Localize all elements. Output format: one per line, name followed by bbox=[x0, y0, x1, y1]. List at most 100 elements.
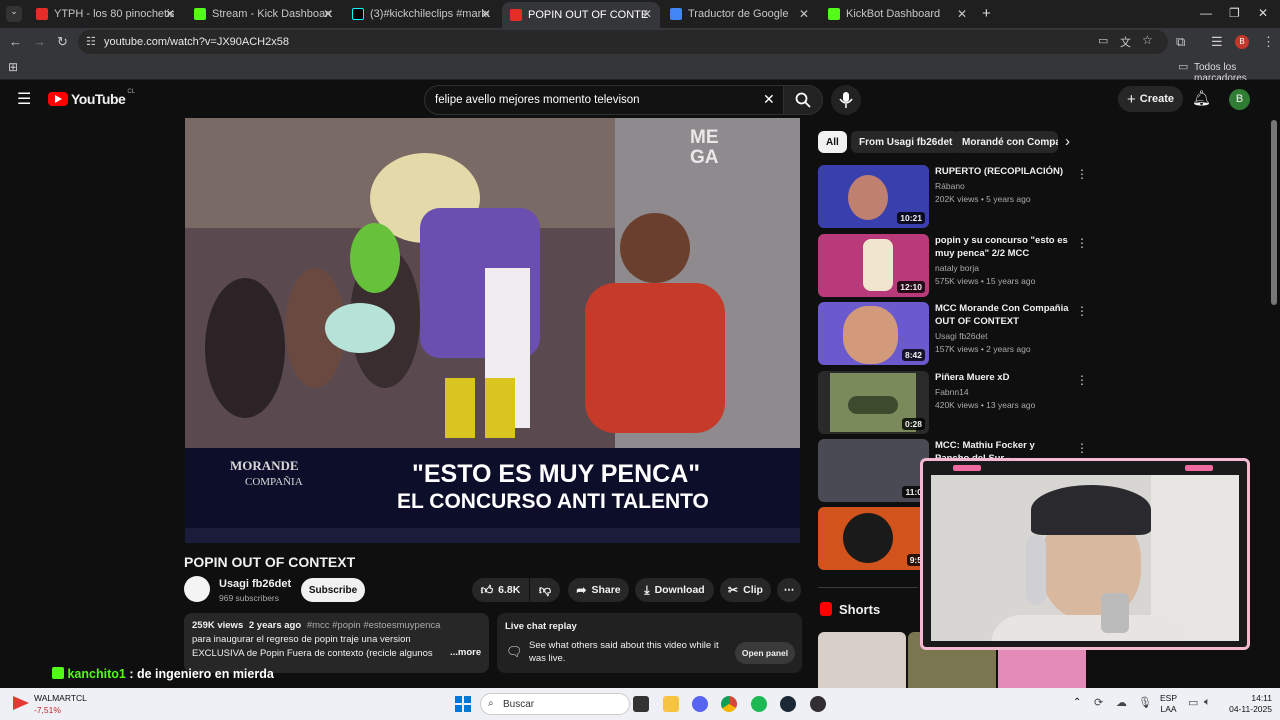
obs-icon[interactable] bbox=[810, 696, 826, 712]
account-avatar[interactable]: B bbox=[1229, 89, 1250, 110]
video-thumbnail[interactable]: 0:28 bbox=[818, 371, 929, 434]
task-view-icon[interactable] bbox=[633, 696, 649, 712]
share-button[interactable]: ➦ Share bbox=[568, 578, 629, 602]
volume-icon[interactable]: 🔈︎ bbox=[1204, 696, 1211, 709]
bookmark-star-icon[interactable]: ☆ bbox=[1142, 33, 1153, 47]
stock-widget-icon[interactable] bbox=[13, 696, 29, 710]
show-more-link[interactable]: ...more bbox=[450, 647, 481, 658]
chip-all[interactable]: All bbox=[818, 131, 847, 153]
forward-arrow-icon[interactable]: → bbox=[33, 34, 46, 49]
site-info-icon[interactable]: ☷ bbox=[86, 35, 96, 48]
tab-2[interactable]: (3)#kickchileclips #markush #r ✕ bbox=[344, 2, 499, 26]
new-tab-button[interactable]: + bbox=[982, 5, 991, 22]
more-options-icon[interactable]: ⋮ bbox=[1076, 441, 1088, 455]
extensions-icon[interactable]: ⧉ bbox=[1176, 34, 1185, 50]
voice-search-button[interactable] bbox=[831, 85, 861, 115]
subscribe-button[interactable]: Subscribe bbox=[301, 578, 365, 602]
search-placeholder: Buscar bbox=[503, 698, 535, 710]
address-bar[interactable]: ☷ youtube.com/watch?v=JX90ACH2x58 ▭ 文 ☆ bbox=[78, 30, 1168, 54]
clip-button[interactable]: ✂ Clip bbox=[720, 578, 771, 602]
menu-kebab-icon[interactable]: ⋮ bbox=[1262, 34, 1275, 50]
dislike-button[interactable]: 👎︎ bbox=[530, 578, 560, 602]
download-button[interactable]: ⤓ Download bbox=[635, 578, 714, 602]
thumbnail-helicopter bbox=[848, 396, 898, 414]
tab-1[interactable]: Stream - Kick Dashboard ✕ bbox=[186, 2, 341, 26]
apps-grid-icon[interactable]: ⊞ bbox=[8, 60, 18, 74]
close-icon[interactable]: ✕ bbox=[481, 7, 491, 21]
hashtags[interactable]: #mcc #popin #estoesmuypenca bbox=[307, 620, 441, 631]
more-actions-button[interactable]: ⋯ bbox=[777, 578, 801, 602]
page-scrollbar-thumb[interactable] bbox=[1271, 120, 1277, 305]
video-thumbnail[interactable]: 12:10 bbox=[818, 234, 929, 297]
steam-icon[interactable] bbox=[780, 696, 796, 712]
more-options-icon[interactable]: ⋮ bbox=[1076, 373, 1088, 387]
windows-taskbar: WALMARTCL -7,51% ⌕ Buscar ⌃ ⟳ ☁ 🎙︎ ESP L… bbox=[0, 688, 1280, 720]
recommended-video[interactable]: 8:42 MCC Morande Con Compañia OUT OF CON… bbox=[818, 302, 1088, 366]
language-indicator[interactable]: ESP LAA bbox=[1160, 693, 1177, 715]
close-icon[interactable]: ✕ bbox=[323, 7, 333, 21]
like-button[interactable]: 👍︎ 6.8K bbox=[472, 578, 529, 602]
minimize-icon[interactable]: — bbox=[1200, 6, 1212, 20]
chip-morande[interactable]: Morandé con Compa bbox=[954, 131, 1058, 153]
clip-label: Clip bbox=[743, 584, 763, 596]
tab-label: YTPH - los 80 pinochetistas (Kr bbox=[54, 8, 174, 20]
tray-icon[interactable]: ☁ bbox=[1116, 696, 1127, 709]
video-thumbnail[interactable]: 9:5 bbox=[818, 507, 929, 570]
window-close-icon[interactable]: ✕ bbox=[1258, 6, 1268, 20]
restore-icon[interactable]: ❐ bbox=[1229, 6, 1240, 20]
back-arrow-icon[interactable]: ← bbox=[9, 34, 22, 49]
search-button[interactable] bbox=[783, 85, 823, 115]
profile-avatar[interactable]: B bbox=[1235, 35, 1249, 49]
recommended-video[interactable]: 10:21 RUPERTO (RECOPILACIÓN) Rábano 202K… bbox=[818, 165, 1088, 229]
close-icon[interactable]: ✕ bbox=[799, 7, 809, 21]
network-icon[interactable]: ▭ bbox=[1188, 696, 1198, 709]
reading-list-icon[interactable]: ☰ bbox=[1211, 34, 1223, 50]
channel-avatar[interactable] bbox=[184, 576, 210, 602]
video-player[interactable]: ME GA MORANDE COMPAÑIA "ESTO ES MUY PENC… bbox=[185, 118, 800, 543]
tab-5[interactable]: KickBot Dashboard ✕ bbox=[820, 2, 975, 26]
tray-icon[interactable]: ⟳ bbox=[1094, 696, 1103, 709]
more-options-icon[interactable]: ⋮ bbox=[1076, 236, 1088, 250]
more-options-icon[interactable]: ⋮ bbox=[1076, 304, 1088, 318]
start-button[interactable] bbox=[455, 696, 471, 712]
youtube-logo[interactable]: YouTube CL bbox=[48, 89, 135, 107]
short-thumbnail[interactable] bbox=[818, 632, 906, 688]
chevron-right-icon[interactable]: › bbox=[1065, 133, 1070, 150]
install-icon[interactable]: ▭ bbox=[1098, 34, 1108, 47]
open-panel-button[interactable]: Open panel bbox=[735, 642, 795, 664]
clear-search-icon[interactable]: ✕ bbox=[763, 91, 775, 108]
tab-search-button[interactable]: ⌄ bbox=[6, 6, 22, 22]
search-input[interactable]: felipe avello mejores momento televison … bbox=[424, 85, 784, 115]
taskbar-search-input[interactable]: ⌕ Buscar bbox=[480, 693, 630, 715]
video-thumbnail[interactable]: 8:42 bbox=[818, 302, 929, 365]
recommended-video[interactable]: 12:10 popin y su concurso "esto es muy p… bbox=[818, 234, 1088, 298]
video-thumbnail[interactable]: 10:21 bbox=[818, 165, 929, 228]
chrome-icon[interactable] bbox=[721, 696, 737, 712]
file-explorer-icon[interactable] bbox=[663, 696, 679, 712]
close-icon[interactable]: ✕ bbox=[165, 7, 175, 21]
clock[interactable]: 14:11 04-11-2025 bbox=[1222, 693, 1272, 715]
create-button[interactable]: + Create bbox=[1118, 86, 1183, 112]
close-icon[interactable]: ✕ bbox=[642, 7, 652, 21]
description-box[interactable]: 259K views 2 years ago #mcc #popin #esto… bbox=[184, 613, 489, 673]
tray-mic-icon[interactable]: 🎙︎ bbox=[1138, 696, 1152, 709]
tray-chevron-icon[interactable]: ⌃ bbox=[1073, 697, 1081, 708]
channel-name[interactable]: Usagi fb26det bbox=[219, 578, 291, 590]
keyboard-layout: LAA bbox=[1160, 704, 1177, 714]
tab-3-active[interactable]: POPIN OUT OF CONTEXT - You ✕ bbox=[502, 2, 660, 28]
rec-title: Piñera Muere xD bbox=[935, 372, 1010, 383]
chip-from-channel[interactable]: From Usagi fb26det bbox=[851, 131, 961, 153]
tab-4[interactable]: Traductor de Google ✕ bbox=[662, 2, 817, 26]
tab-0[interactable]: YTPH - los 80 pinochetistas (Kr ✕ bbox=[28, 2, 183, 26]
hamburger-menu-icon[interactable]: ☰ bbox=[17, 89, 31, 109]
more-options-icon[interactable]: ⋮ bbox=[1076, 167, 1088, 181]
video-thumbnail[interactable]: 11:0 bbox=[818, 439, 929, 502]
discord-icon[interactable] bbox=[692, 696, 708, 712]
translate-icon[interactable]: 文 bbox=[1120, 34, 1131, 50]
spotify-icon[interactable] bbox=[751, 696, 767, 712]
reload-icon[interactable]: ↻ bbox=[57, 34, 68, 50]
stock-name[interactable]: WALMARTCL bbox=[34, 693, 87, 703]
recommended-video[interactable]: 0:28 Piñera Muere xD Fabnn14 420K views … bbox=[818, 371, 1088, 435]
notifications-bell-icon[interactable]: 🔔︎ bbox=[1192, 89, 1211, 107]
close-icon[interactable]: ✕ bbox=[957, 7, 967, 21]
